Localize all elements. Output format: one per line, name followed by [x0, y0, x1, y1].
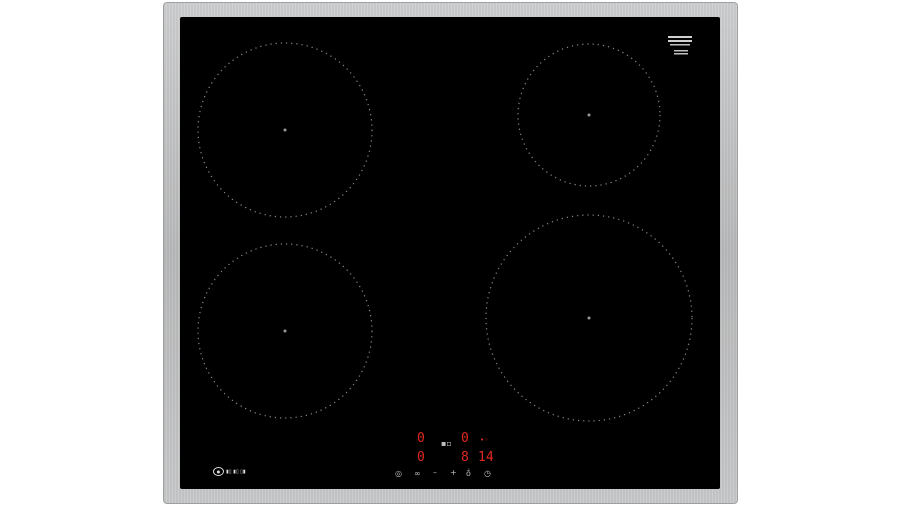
zone-center-dot	[587, 113, 591, 117]
plus-button-icon[interactable]: +	[450, 469, 457, 477]
zone-select-icon[interactable]: ∞	[414, 470, 421, 478]
lock-button-icon[interactable]: ṓ	[466, 470, 471, 478]
zone-center-dot	[283, 128, 287, 132]
neff-logo: ● ▮▯ ▮▯ ▯▮	[213, 467, 246, 476]
rear-left-level-display: 0	[417, 431, 425, 446]
rear-right-level-display: 0	[461, 431, 469, 446]
zone-select-marker-icon: ▪▫	[441, 439, 452, 448]
neff-logo-marks: ▮▯ ▮▯ ▯▮	[226, 469, 246, 475]
cooking-zones	[197, 36, 693, 422]
zone-center-dot	[587, 316, 591, 320]
heat-indicator-icon: •◦	[480, 436, 489, 444]
front-left-level-display: 0	[417, 450, 425, 465]
timer-button-icon[interactable]: ◷	[484, 470, 491, 478]
minus-button-icon[interactable]: –	[433, 469, 437, 477]
neff-badge-icon: ●	[213, 467, 224, 476]
timer-display: 14	[478, 450, 494, 465]
front-right-level-display: 8	[461, 450, 469, 465]
schott-ceran-logo	[668, 36, 692, 55]
power-button-icon[interactable]: ◎	[395, 470, 402, 478]
zone-center-dot	[283, 329, 287, 333]
